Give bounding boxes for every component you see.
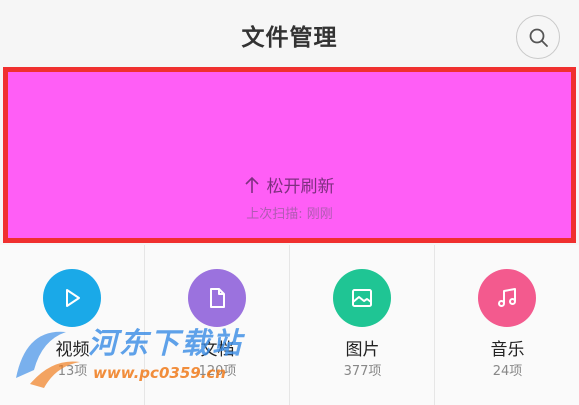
category-name: 图片 [345, 340, 380, 360]
category-music[interactable]: 音乐 24项 [435, 245, 579, 405]
watermark-url: www.pc0359.cn [93, 364, 226, 382]
image-icon [352, 289, 372, 307]
category-count: 377项 [343, 364, 382, 379]
document-category-badge [188, 269, 246, 327]
refresh-label: 松开刷新 [266, 177, 335, 197]
document-icon [210, 288, 225, 308]
pull-to-refresh-panel[interactable]: 松开刷新 上次扫描: 刚刚 [3, 67, 576, 243]
category-count: 24项 [492, 364, 523, 379]
search-button[interactable] [516, 15, 560, 59]
play-icon [66, 289, 80, 307]
last-scan-text: 上次扫描: 刚刚 [246, 207, 333, 222]
arrow-up-icon [244, 176, 259, 193]
watermark-text: 河东下载站 [88, 326, 244, 360]
page-title: 文件管理 [241, 25, 338, 51]
category-grid: 视频 13项 文档 120项 图片 377项 音乐 24项 [0, 245, 579, 405]
watermark-logo [16, 331, 80, 388]
refresh-label-row: 松开刷新 [8, 172, 571, 197]
music-note-icon [498, 288, 516, 307]
music-category-badge [478, 269, 536, 327]
app-header: 文件管理 [0, 0, 579, 72]
category-name: 音乐 [490, 340, 525, 360]
search-icon [529, 28, 548, 47]
image-category-badge [333, 269, 391, 327]
category-image[interactable]: 图片 377项 [290, 245, 435, 405]
